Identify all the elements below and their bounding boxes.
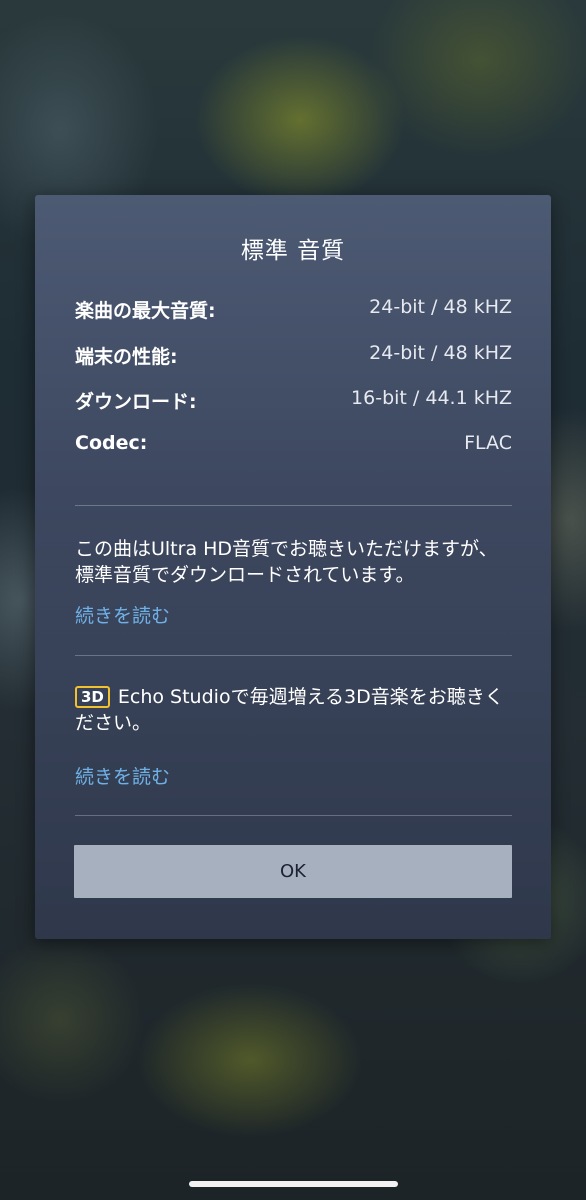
spec-label: 端末の性能:	[75, 346, 178, 368]
ok-button[interactable]: OK	[74, 845, 512, 898]
spec-value: 24-bit / 48 kHZ	[369, 296, 512, 318]
3d-audio-badge: 3D	[75, 686, 110, 708]
spec-row-codec: Codec: FLAC	[75, 432, 512, 462]
read-more-link[interactable]: 続きを読む	[75, 601, 170, 628]
divider	[75, 815, 512, 816]
audio-quality-dialog: 標準 音質 楽曲の最大音質: 24-bit / 48 kHZ 端末の性能: 24…	[35, 195, 551, 939]
echo-studio-3d-text: 3D Echo Studioで毎週増える3D音楽をお聴きください。	[75, 684, 515, 736]
spec-row-max-quality: 楽曲の最大音質: 24-bit / 48 kHZ	[75, 296, 512, 326]
spec-row-device-capability: 端末の性能: 24-bit / 48 kHZ	[75, 342, 512, 372]
ultra-hd-info-text: この曲はUltra HD音質でお聴きいただけますが、標準音質でダウンロードされて…	[75, 538, 498, 586]
home-indicator	[189, 1181, 398, 1187]
spec-label: 楽曲の最大音質:	[75, 300, 216, 322]
echo-studio-promo-text: Echo Studioで毎週増える3D音楽をお聴きください。	[75, 686, 504, 734]
spec-value: FLAC	[464, 432, 512, 454]
spec-label: ダウンロード:	[75, 391, 197, 413]
read-more-link-3d[interactable]: 続きを読む	[75, 762, 170, 789]
divider	[75, 655, 512, 656]
spec-value: 24-bit / 48 kHZ	[369, 342, 512, 364]
dialog-title: 標準 音質	[240, 238, 346, 264]
spec-value: 16-bit / 44.1 kHZ	[351, 387, 512, 409]
spec-label: Codec:	[75, 432, 148, 454]
spec-row-download: ダウンロード: 16-bit / 44.1 kHZ	[75, 387, 512, 417]
divider	[75, 505, 512, 506]
